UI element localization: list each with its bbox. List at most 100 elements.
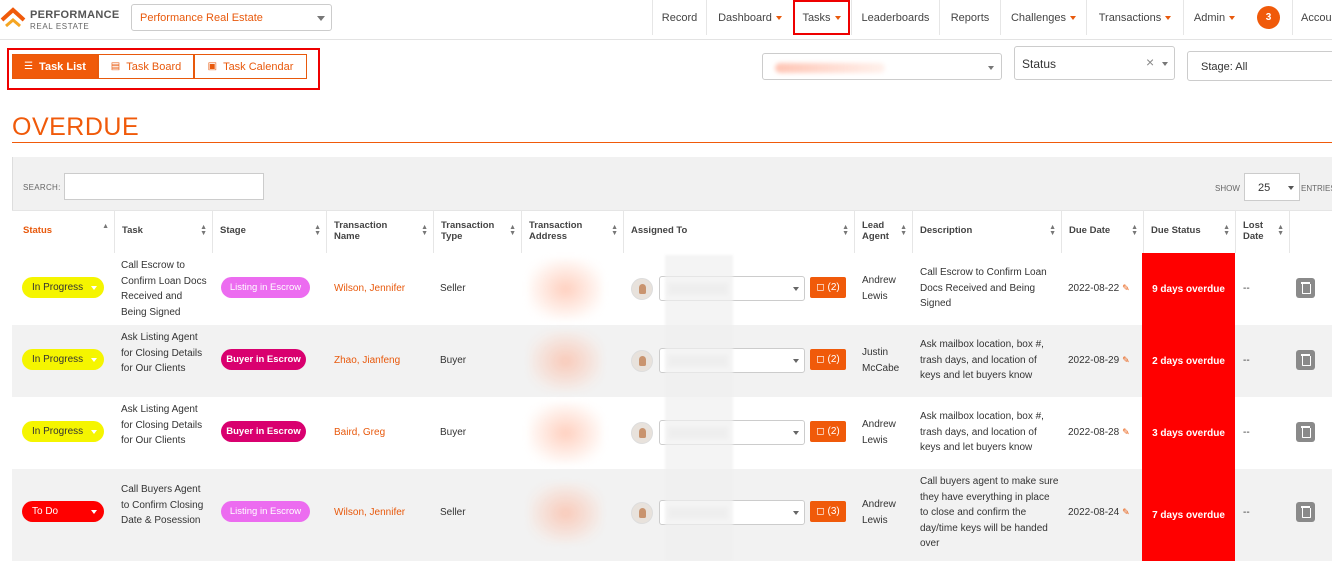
due-date[interactable]: 2022-08-24 ✎ bbox=[1068, 505, 1130, 521]
nav-tasks[interactable]: Tasks bbox=[793, 0, 850, 35]
nav-reports-label: Reports bbox=[950, 11, 990, 24]
comment-icon: ◻ bbox=[816, 506, 825, 517]
section-divider bbox=[12, 142, 1332, 143]
nav-leaderboards[interactable]: Leaderboards bbox=[851, 0, 939, 35]
col-due-date-label: Due Date bbox=[1069, 225, 1111, 237]
task-list-button[interactable]: ☰ Task List bbox=[12, 54, 98, 79]
company-logo[interactable]: PERFORMANCE REAL ESTATE bbox=[0, 4, 125, 34]
col-header-task[interactable]: Task ▲ ▼ bbox=[115, 210, 213, 253]
task-list-label: Task List bbox=[39, 60, 86, 73]
task-calendar-label: Task Calendar bbox=[223, 60, 294, 73]
trash-icon[interactable] bbox=[1296, 278, 1315, 298]
comment-count: (2) bbox=[827, 426, 840, 437]
stage-badge: Buyer in Escrow bbox=[221, 349, 306, 370]
nav-dashboard[interactable]: Dashboard bbox=[706, 0, 793, 35]
status-filter-select[interactable]: Status × bbox=[1014, 46, 1175, 80]
comments-button[interactable]: ◻ (2) bbox=[810, 421, 846, 442]
chevron-down-icon bbox=[988, 66, 994, 70]
description: Call Escrow to Confirm Loan Docs Receive… bbox=[920, 267, 1047, 309]
col-header-due-date[interactable]: Due Date ▲ ▼ bbox=[1062, 210, 1144, 253]
task-name: Ask Listing Agent for Closing Details fo… bbox=[121, 404, 203, 446]
pencil-icon[interactable]: ✎ bbox=[1122, 427, 1130, 437]
comment-icon: ◻ bbox=[816, 282, 825, 293]
agent-filter-select[interactable] bbox=[762, 53, 1002, 80]
stage-filter-select[interactable]: Stage: All bbox=[1187, 51, 1332, 81]
chevron-down-icon bbox=[793, 511, 799, 515]
col-header-lost-date[interactable]: Lost Date ▲ ▼ bbox=[1236, 210, 1290, 253]
col-header-lead-agent[interactable]: Lead Agent ▲ ▼ bbox=[855, 210, 913, 253]
comments-button[interactable]: ◻ (2) bbox=[810, 277, 846, 298]
trash-icon[interactable] bbox=[1296, 350, 1315, 370]
status-dropdown[interactable]: To Do bbox=[22, 501, 104, 522]
sort-icon: ▲ ▼ bbox=[842, 224, 849, 237]
sort-icon: ▲ ▼ bbox=[1131, 224, 1138, 237]
task-name: Call Escrow to Confirm Loan Docs Receive… bbox=[121, 260, 207, 318]
status-dropdown[interactable]: In Progress bbox=[22, 421, 104, 442]
task-calendar-button[interactable]: ▣ Task Calendar bbox=[194, 54, 307, 79]
clear-icon[interactable]: × bbox=[1146, 54, 1154, 70]
search-label: SEARCH: bbox=[23, 183, 61, 192]
nav-account[interactable]: Accou bbox=[1292, 0, 1332, 35]
task-name: Call Buyers Agent to Confirm Closing Dat… bbox=[121, 484, 204, 526]
status-dropdown[interactable]: In Progress bbox=[22, 277, 104, 298]
pencil-icon[interactable]: ✎ bbox=[1122, 507, 1130, 517]
page-size-select[interactable]: 25 bbox=[1244, 173, 1300, 201]
col-header-transaction-address[interactable]: Transaction Address ▲ ▼ bbox=[522, 210, 624, 253]
due-status-badge: 7 days overdue bbox=[1142, 469, 1235, 561]
transaction-address-redacted bbox=[528, 330, 603, 392]
transaction-name-link[interactable]: Wilson, Jennifer bbox=[334, 281, 405, 297]
col-tx-address-label: Transaction Address bbox=[529, 219, 583, 242]
comment-count: (2) bbox=[827, 282, 840, 293]
nav-transactions[interactable]: Transactions bbox=[1086, 0, 1183, 35]
col-due-status-label: Due Status bbox=[1151, 225, 1201, 237]
col-assigned-label: Assigned To bbox=[631, 225, 688, 237]
transaction-type: Seller bbox=[440, 283, 466, 294]
col-header-transaction-name[interactable]: Transaction Name ▲ ▼ bbox=[327, 210, 434, 253]
col-tx-name-label: Transaction Name bbox=[334, 219, 388, 242]
nav-account-label: Accou bbox=[1301, 11, 1332, 24]
nav-admin[interactable]: Admin bbox=[1183, 0, 1245, 35]
col-tx-type-label: Transaction Type bbox=[441, 219, 495, 242]
sort-icon: ▲ ▼ bbox=[1277, 224, 1284, 237]
transaction-name-link[interactable]: Wilson, Jennifer bbox=[334, 505, 405, 521]
nav-reports[interactable]: Reports bbox=[939, 0, 1000, 35]
status-dropdown[interactable]: In Progress bbox=[22, 349, 104, 370]
sort-asc-icon: ▲ bbox=[102, 223, 109, 230]
task-board-button[interactable]: ▤ Task Board bbox=[98, 54, 194, 79]
nav-leaderboards-label: Leaderboards bbox=[861, 11, 930, 24]
col-header-description[interactable]: Description ▲ ▼ bbox=[913, 210, 1062, 253]
trash-icon[interactable] bbox=[1296, 422, 1315, 442]
due-date[interactable]: 2022-08-22 ✎ bbox=[1068, 281, 1130, 297]
col-header-transaction-type[interactable]: Transaction Type ▲ ▼ bbox=[434, 210, 522, 253]
due-status-badge: 9 days overdue bbox=[1142, 253, 1235, 325]
col-header-due-status[interactable]: Due Status ▲ ▼ bbox=[1144, 210, 1236, 253]
caret-down-icon bbox=[91, 358, 97, 362]
comments-button[interactable]: ◻ (2) bbox=[810, 349, 846, 370]
notification-badge[interactable]: 3 bbox=[1257, 6, 1280, 29]
due-date-value: 2022-08-29 bbox=[1068, 355, 1120, 366]
due-date[interactable]: 2022-08-28 ✎ bbox=[1068, 425, 1130, 441]
pencil-icon[interactable]: ✎ bbox=[1122, 355, 1130, 365]
due-date[interactable]: 2022-08-29 ✎ bbox=[1068, 353, 1130, 369]
avatar bbox=[631, 422, 653, 444]
caret-down-icon bbox=[1229, 15, 1236, 20]
search-input[interactable] bbox=[64, 173, 264, 200]
pencil-icon[interactable]: ✎ bbox=[1122, 283, 1130, 293]
transaction-address-redacted bbox=[528, 258, 603, 320]
comments-button[interactable]: ◻ (3) bbox=[810, 501, 846, 522]
status-value: In Progress bbox=[32, 282, 84, 293]
lost-date: -- bbox=[1243, 355, 1250, 366]
nav-record[interactable]: Record bbox=[652, 0, 706, 35]
trash-icon[interactable] bbox=[1296, 502, 1315, 522]
col-header-status[interactable]: Status ▲ bbox=[12, 210, 115, 253]
col-task-label: Task bbox=[122, 225, 143, 237]
transaction-name-link[interactable]: Zhao, Jianfeng bbox=[334, 353, 400, 369]
col-header-stage[interactable]: Stage ▲ ▼ bbox=[213, 210, 327, 253]
nav-challenges[interactable]: Challenges bbox=[1000, 0, 1086, 35]
due-date-value: 2022-08-22 bbox=[1068, 283, 1120, 294]
col-header-assigned-to[interactable]: Assigned To ▲ ▼ bbox=[624, 210, 855, 253]
company-select[interactable]: Performance Real Estate bbox=[131, 4, 332, 31]
status-filter-label: Status bbox=[1022, 57, 1057, 71]
transaction-name-link[interactable]: Baird, Greg bbox=[334, 425, 385, 441]
col-description-label: Description bbox=[920, 225, 973, 237]
